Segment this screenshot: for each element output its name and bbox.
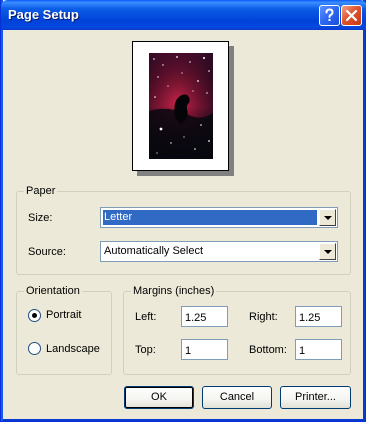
bottom-margin-input[interactable]: [295, 339, 342, 360]
preview-image: [149, 53, 213, 159]
left-margin-input[interactable]: [181, 306, 228, 327]
help-icon: [325, 8, 334, 21]
source-label: Source:: [28, 246, 66, 258]
paper-group-label: Paper: [24, 184, 58, 198]
close-button[interactable]: [341, 5, 362, 26]
page-setup-dialog: Page Setup Paper Size: Letter Source: Au…: [0, 0, 366, 422]
window-title: Page Setup: [8, 7, 79, 22]
help-button[interactable]: [319, 5, 340, 26]
right-margin-label: Right:: [249, 311, 278, 323]
orientation-group: Orientation: [16, 284, 112, 375]
printer-button[interactable]: Printer...: [280, 386, 351, 409]
paper-source-select[interactable]: Automatically Select: [100, 241, 338, 262]
landscape-label[interactable]: Landscape: [46, 342, 100, 356]
left-margin-label: Left:: [135, 311, 157, 323]
portrait-radio[interactable]: [28, 309, 41, 322]
preview-page: [132, 41, 229, 171]
orientation-group-label: Orientation: [24, 284, 82, 298]
right-margin-input[interactable]: [295, 306, 342, 327]
bottom-margin-label: Bottom:: [249, 344, 287, 356]
margins-group: Margins (inches): [123, 284, 351, 375]
ok-button[interactable]: OK: [124, 386, 194, 409]
title-bar[interactable]: Page Setup: [1, 0, 366, 30]
margins-group-label: Margins (inches): [131, 284, 217, 298]
paper-size-value: Letter: [103, 210, 317, 225]
paper-size-dropdown-arrow[interactable]: [319, 209, 336, 226]
top-margin-input[interactable]: [181, 339, 228, 360]
size-label: Size:: [28, 212, 53, 224]
cancel-button[interactable]: Cancel: [202, 386, 272, 409]
paper-size-select[interactable]: Letter: [100, 207, 338, 228]
landscape-radio[interactable]: [28, 342, 41, 355]
portrait-label[interactable]: Portrait: [46, 308, 81, 322]
close-icon: [345, 9, 358, 22]
paper-source-value: Automatically Select: [104, 245, 204, 257]
paper-group: Paper: [16, 184, 351, 275]
top-margin-label: Top:: [135, 344, 156, 356]
paper-source-dropdown-arrow[interactable]: [319, 243, 336, 260]
